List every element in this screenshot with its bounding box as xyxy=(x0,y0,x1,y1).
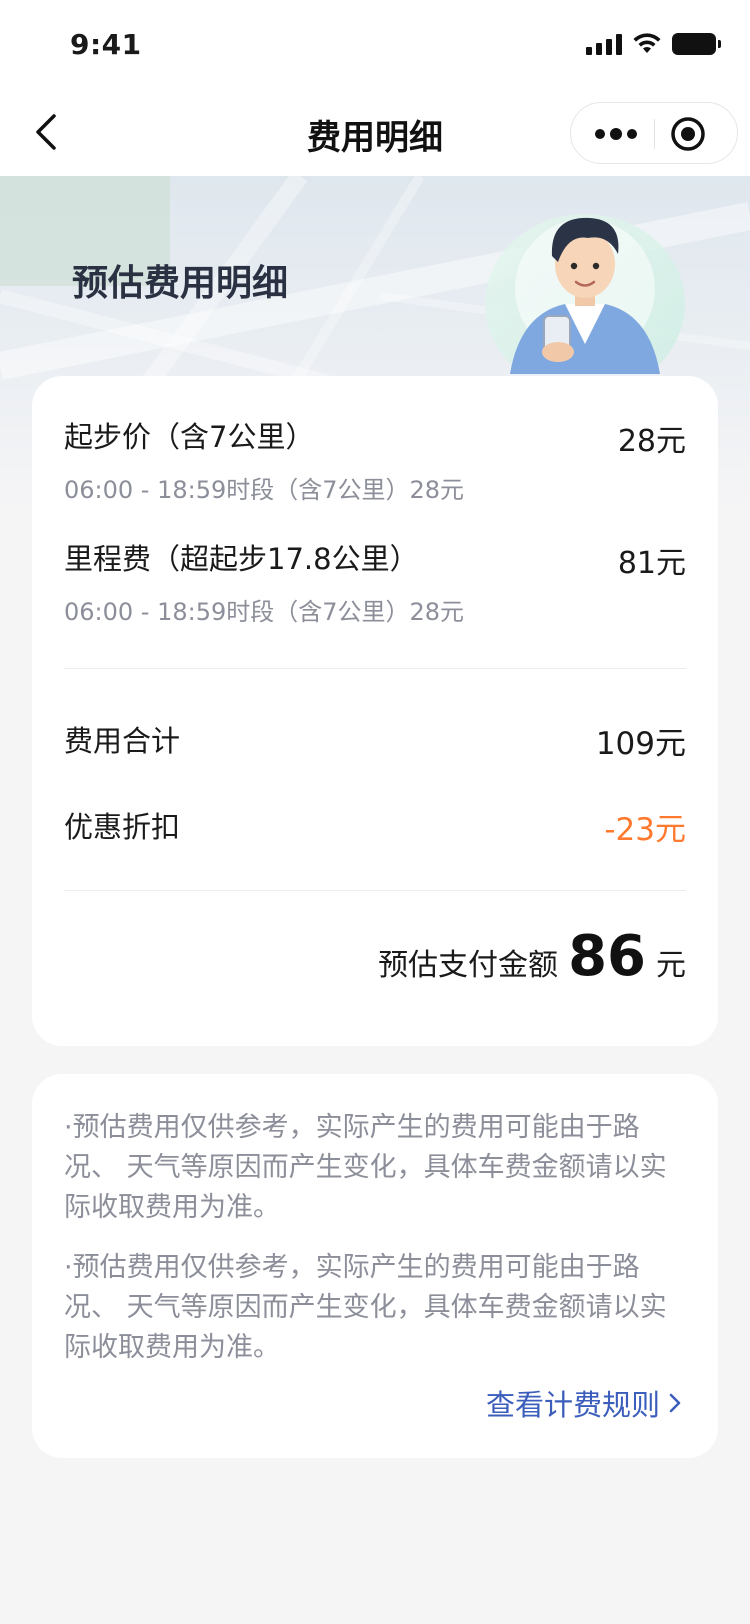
fee-row-base: 起步价（含7公里） 06:00 - 18:59时段（含7公里）28元 28元 xyxy=(64,414,686,505)
fee-amount: 28元 xyxy=(617,424,686,459)
fee-detail-card: 起步价（含7公里） 06:00 - 18:59时段（含7公里）28元 28元 里… xyxy=(32,376,718,1046)
note-text: ·预估费用仅供参考，实际产生的费用可能由于路况、 天气等原因而产生变化，具体车费… xyxy=(64,1112,667,1223)
view-rules-link[interactable]: 查看计费规则 xyxy=(486,1382,682,1424)
fee-label: 起步价（含7公里） xyxy=(64,420,315,454)
mini-program-capsule xyxy=(570,102,738,164)
fee-total-label: 费用合计 xyxy=(64,724,181,758)
status-bar: 9:41 xyxy=(0,0,750,90)
battery-icon xyxy=(672,33,721,55)
status-time: 9:41 xyxy=(70,28,142,61)
notes-card: ·预估费用仅供参考，实际产生的费用可能由于路况、 天气等原因而产生变化，具体车费… xyxy=(32,1074,718,1458)
fee-row-mileage: 里程费（超起步17.8公里） 06:00 - 18:59时段（含7公里）28元 … xyxy=(64,536,686,627)
fee-amount: 81元 xyxy=(617,546,686,581)
rules-link-label: 查看计费规则 xyxy=(485,1388,660,1422)
more-icon xyxy=(595,128,637,140)
avatar xyxy=(485,214,685,374)
note-text: ·预估费用仅供参考，实际产生的费用可能由于路况、 天气等原因而产生变化，具体车费… xyxy=(64,1252,667,1363)
discount-row: 优惠折扣 -23元 xyxy=(64,804,686,848)
estimate-label: 预估支付金额 xyxy=(378,948,559,983)
chevron-right-icon xyxy=(669,1393,681,1413)
discount-label: 优惠折扣 xyxy=(64,810,181,844)
divider xyxy=(64,668,686,669)
estimate-unit: 元 xyxy=(656,948,686,983)
close-button[interactable] xyxy=(669,115,707,153)
estimate-value: 86 xyxy=(568,924,646,989)
fee-total-amount: 109元 xyxy=(595,726,686,762)
estimate-total: 预估支付金额 86 元 xyxy=(378,924,686,989)
signal-icon xyxy=(586,33,622,55)
discount-amount: -23元 xyxy=(604,812,686,848)
fee-sub: 06:00 - 18:59时段（含7公里）28元 xyxy=(64,598,465,626)
divider xyxy=(64,890,686,891)
fee-sub: 06:00 - 18:59时段（含7公里）28元 xyxy=(64,476,465,504)
more-button[interactable] xyxy=(591,119,641,149)
status-icons xyxy=(586,33,721,55)
wifi-icon xyxy=(633,33,661,53)
close-target-icon xyxy=(671,117,705,151)
capsule-divider xyxy=(654,119,655,149)
fee-total-row: 费用合计 109元 xyxy=(64,718,686,762)
banner-title: 预估费用明细 xyxy=(72,263,289,304)
nav-bar: 费用明细 xyxy=(0,90,750,176)
fee-label: 里程费（超起步17.8公里） xyxy=(64,542,419,576)
